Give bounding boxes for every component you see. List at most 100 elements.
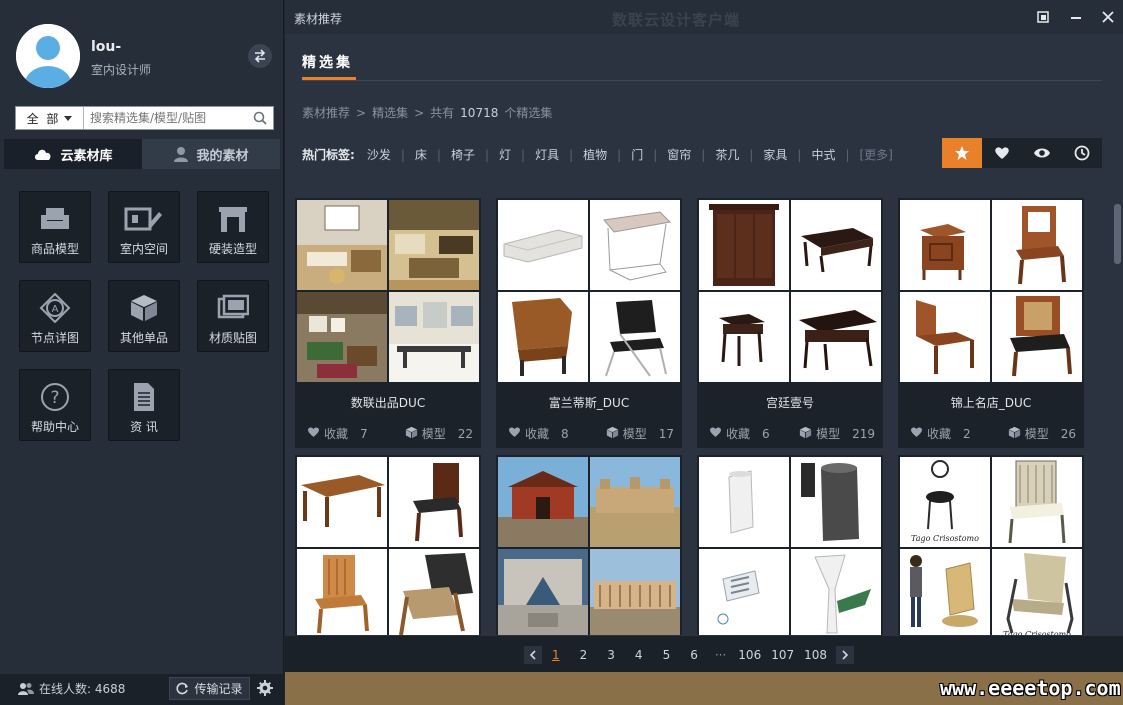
model-thumbnail[interactable] [791, 549, 881, 635]
model-thumbnail[interactable] [389, 292, 479, 382]
breadcrumb-root[interactable]: 素材推荐 [302, 104, 350, 121]
collection-card[interactable] [295, 455, 481, 635]
model-thumbnail[interactable] [590, 457, 680, 547]
favorite-stat[interactable]: 收藏 8 [508, 425, 569, 442]
search-button[interactable] [247, 107, 273, 129]
category-help-center[interactable]: ? 帮助中心 [19, 369, 91, 441]
model-thumbnail[interactable] [900, 200, 990, 290]
card-thumbnails[interactable] [900, 200, 1082, 382]
model-thumbnail[interactable]: Tago Crisostomo [900, 457, 990, 547]
card-thumbnails[interactable] [297, 200, 479, 382]
hot-tag[interactable]: 中式 [811, 146, 835, 163]
hot-tag[interactable]: 灯 [499, 146, 511, 163]
model-thumbnail[interactable] [389, 457, 479, 547]
favorite-stat[interactable]: 收藏 7 [307, 425, 368, 442]
scrollbar[interactable] [1114, 198, 1121, 635]
collection-card[interactable]: 数联出品DUC 收藏 7 模型 22 [295, 198, 481, 448]
model-thumbnail[interactable] [699, 292, 789, 382]
sort-views-button[interactable] [1022, 138, 1062, 168]
tab-cloud-library[interactable]: 云素材库 [4, 139, 142, 169]
sort-favorites-button[interactable] [982, 138, 1022, 168]
card-thumbnails[interactable] [498, 200, 680, 382]
category-node-detail[interactable]: A 节点详图 [19, 280, 91, 352]
restore-button[interactable] [1032, 6, 1054, 28]
favorite-stat[interactable]: 收藏 2 [910, 425, 971, 442]
prev-page-button[interactable] [524, 646, 542, 664]
card-thumbnails[interactable]: Tago Crisostomo Tago Crisostomo [900, 457, 1082, 635]
sort-latest-button[interactable] [1062, 138, 1102, 168]
card-thumbnails[interactable] [498, 457, 680, 635]
model-thumbnail[interactable] [992, 292, 1082, 382]
model-thumbnail[interactable] [498, 457, 588, 547]
model-thumbnail[interactable] [900, 292, 990, 382]
collection-card[interactable]: 富兰蒂斯_DUC 收藏 8 模型 17 [496, 198, 682, 448]
category-hard-decoration[interactable]: 硬装造型 [197, 191, 269, 263]
page-number[interactable]: 107 [771, 648, 794, 662]
scrollbar-thumb[interactable] [1114, 204, 1121, 264]
model-thumbnail[interactable] [389, 549, 479, 635]
tab-my-materials[interactable]: 我的素材 [142, 139, 280, 169]
model-thumbnail[interactable] [791, 292, 881, 382]
model-thumbnail[interactable] [297, 457, 387, 547]
close-button[interactable] [1097, 6, 1119, 28]
collection-name[interactable]: 富兰蒂斯_DUC [496, 394, 682, 411]
more-tags-link[interactable]: [更多] [860, 146, 893, 163]
collection-name[interactable]: 数联出品DUC [295, 394, 481, 411]
category-news[interactable]: 资 讯 [108, 369, 180, 441]
card-thumbnails[interactable] [699, 200, 881, 382]
hot-tag[interactable]: 沙发 [367, 146, 391, 163]
model-thumbnail[interactable]: Tago Crisostomo [992, 549, 1082, 635]
collection-name[interactable]: 锦上名店_DUC [898, 394, 1084, 411]
avatar[interactable] [16, 24, 80, 88]
page-number[interactable]: 3 [607, 648, 615, 662]
hot-tag[interactable]: 门 [631, 146, 643, 163]
collection-card[interactable] [496, 455, 682, 635]
next-page-button[interactable] [836, 646, 855, 664]
model-thumbnail[interactable] [498, 200, 588, 290]
minimize-button[interactable] [1065, 6, 1087, 28]
model-thumbnail[interactable] [590, 549, 680, 635]
search-input[interactable] [84, 107, 247, 129]
hot-tag[interactable]: 窗帘 [667, 146, 691, 163]
model-thumbnail[interactable] [590, 200, 680, 290]
hot-tag[interactable]: 灯具 [535, 146, 559, 163]
transfer-history-button[interactable]: 传输记录 [169, 677, 250, 700]
tab-featured-collections[interactable]: 精选集 [302, 52, 353, 72]
model-thumbnail[interactable] [791, 457, 881, 547]
page-number[interactable]: 5 [663, 648, 671, 662]
category-material-texture[interactable]: 材质贴图 [197, 280, 269, 352]
model-thumbnail[interactable] [297, 292, 387, 382]
model-thumbnail[interactable] [699, 200, 789, 290]
model-thumbnail[interactable] [590, 292, 680, 382]
collection-card[interactable]: 宫廷壹号 收藏 6 模型 219 [697, 198, 883, 448]
model-thumbnail[interactable] [992, 457, 1082, 547]
favorite-stat[interactable]: 收藏 6 [709, 425, 770, 442]
collection-card[interactable]: 锦上名店_DUC 收藏 2 模型 26 [898, 198, 1084, 448]
model-thumbnail[interactable] [498, 292, 588, 382]
hot-tag[interactable]: 椅子 [451, 146, 475, 163]
search-scope-select[interactable]: 全 部 [16, 107, 84, 129]
model-thumbnail[interactable] [297, 200, 387, 290]
page-number[interactable]: 106 [738, 648, 761, 662]
model-thumbnail[interactable] [699, 549, 789, 635]
category-interior-space[interactable]: 室内空间 [108, 191, 180, 263]
switch-account-button[interactable] [248, 44, 272, 68]
hot-tag[interactable]: 茶几 [715, 146, 739, 163]
card-thumbnails[interactable] [297, 457, 479, 635]
hot-tag[interactable]: 家具 [763, 146, 787, 163]
collection-card[interactable]: Tago Crisostomo Tago Crisostomo [898, 455, 1084, 635]
gear-icon[interactable] [256, 679, 274, 697]
page-number[interactable]: 108 [804, 648, 827, 662]
category-product-models[interactable]: 商品模型 [19, 191, 91, 263]
model-thumbnail[interactable] [900, 549, 990, 635]
page-number[interactable]: 4 [635, 648, 643, 662]
model-thumbnail[interactable] [297, 549, 387, 635]
model-thumbnail[interactable] [699, 457, 789, 547]
page-number[interactable]: 2 [580, 648, 588, 662]
hot-tag[interactable]: 植物 [583, 146, 607, 163]
breadcrumb-current[interactable]: 精选集 [372, 104, 408, 121]
collection-card[interactable] [697, 455, 883, 635]
model-thumbnail[interactable] [389, 200, 479, 290]
model-thumbnail[interactable] [992, 200, 1082, 290]
hot-tag[interactable]: 床 [415, 146, 427, 163]
